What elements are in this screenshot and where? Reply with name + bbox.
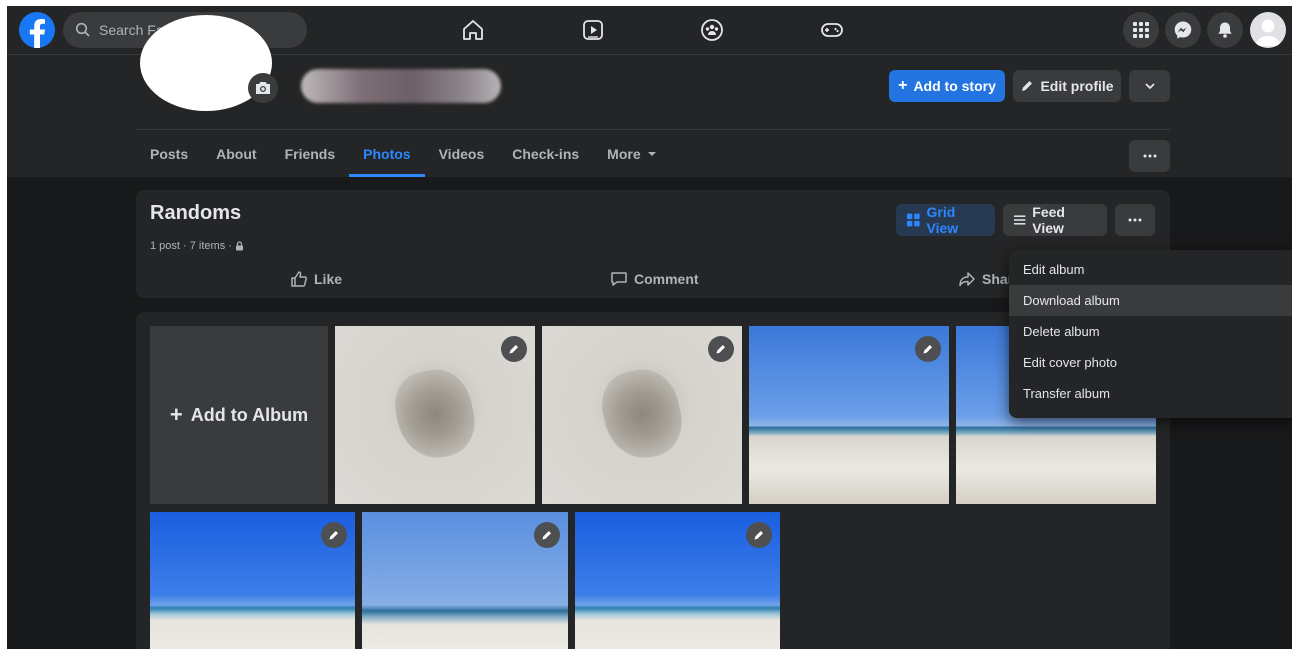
tab-more[interactable]: More — [593, 130, 670, 177]
edit-photo-button[interactable] — [321, 522, 347, 548]
grid-view-icon — [906, 213, 920, 227]
album-options-button[interactable] — [1115, 204, 1155, 236]
tab-about[interactable]: About — [202, 130, 270, 177]
comment-icon — [611, 272, 627, 286]
edit-photo-button[interactable] — [534, 522, 560, 548]
sand-drawing — [388, 363, 482, 465]
comment-button[interactable]: Comment — [610, 266, 699, 292]
caret-down-icon — [647, 151, 656, 156]
menu-item-transfer-album[interactable]: Transfer album — [1009, 378, 1292, 409]
notifications-button[interactable] — [1207, 12, 1243, 48]
tab-check-ins[interactable]: Check-ins — [498, 130, 593, 177]
share-icon — [959, 272, 975, 287]
tab-photos[interactable]: Photos — [349, 130, 425, 177]
camera-icon — [256, 82, 270, 94]
menu-item-edit-album[interactable]: Edit album — [1009, 254, 1292, 285]
more-options-button[interactable] — [1129, 140, 1170, 172]
profile-header: + Add to story Edit profile Posts About … — [7, 15, 1292, 177]
photo-thumbnail[interactable] — [150, 512, 355, 649]
like-icon — [291, 271, 307, 287]
edit-profile-button[interactable]: Edit profile — [1013, 70, 1121, 102]
messenger-icon — [1174, 21, 1192, 39]
update-profile-picture-button[interactable] — [248, 73, 278, 103]
facebook-logo-icon[interactable] — [19, 12, 55, 48]
like-button[interactable]: Like — [290, 266, 342, 292]
photo-thumbnail[interactable] — [542, 326, 742, 504]
gaming-icon[interactable] — [820, 18, 844, 42]
notifications-icon — [1218, 22, 1232, 38]
tab-videos[interactable]: Videos — [425, 130, 499, 177]
pencil-icon — [542, 531, 551, 540]
home-icon[interactable] — [461, 18, 485, 42]
grid-view-button[interactable]: Grid View — [896, 204, 995, 236]
tab-posts[interactable]: Posts — [136, 130, 202, 177]
ellipsis-icon — [1128, 218, 1142, 222]
search-icon — [75, 22, 90, 37]
groups-icon[interactable] — [700, 18, 724, 42]
lock-icon — [235, 241, 243, 251]
ellipsis-icon — [1143, 154, 1156, 158]
menu-item-edit-cover-photo[interactable]: Edit cover photo — [1009, 347, 1292, 378]
edit-photo-button[interactable] — [746, 522, 772, 548]
photo-thumbnail[interactable] — [749, 326, 949, 504]
sand-drawing — [595, 363, 689, 465]
profile-options-button[interactable] — [1129, 70, 1170, 102]
facebook-window: + Add to story Edit profile Posts About … — [7, 6, 1292, 649]
pencil-icon — [923, 345, 932, 354]
photo-thumbnail[interactable] — [335, 326, 535, 504]
add-to-album-tile[interactable]: + Add to Album — [150, 326, 328, 504]
menu-item-delete-album[interactable]: Delete album — [1009, 316, 1292, 347]
photo-thumbnail[interactable] — [575, 512, 780, 649]
album-options-menu: Edit album Download album Delete album E… — [1009, 250, 1292, 418]
album-meta: 1 post · 7 items · — [150, 240, 244, 252]
account-avatar[interactable] — [1250, 12, 1286, 48]
feed-view-button[interactable]: Feed View — [1003, 204, 1107, 236]
plus-icon: + — [169, 402, 183, 427]
pencil-icon — [329, 531, 338, 540]
menu-grid-button[interactable] — [1123, 12, 1159, 48]
messenger-button[interactable] — [1165, 12, 1201, 48]
pencil-icon — [716, 345, 725, 354]
pencil-icon — [754, 531, 763, 540]
edit-photo-button[interactable] — [915, 336, 941, 362]
photo-thumbnail[interactable] — [362, 512, 568, 649]
menu-grid-icon — [1133, 22, 1149, 38]
album-title: Randoms — [150, 202, 242, 224]
feed-view-icon — [1013, 215, 1026, 225]
chevron-down-icon — [1144, 83, 1155, 90]
tab-friends[interactable]: Friends — [271, 130, 350, 177]
edit-photo-button[interactable] — [501, 336, 527, 362]
edit-photo-button[interactable] — [708, 336, 734, 362]
profile-tabs: Posts About Friends Photos Videos Check-… — [136, 130, 671, 177]
pencil-icon — [509, 345, 518, 354]
plus-icon: + — [898, 77, 908, 94]
add-to-story-button[interactable]: + Add to story — [889, 70, 1005, 102]
menu-item-download-album[interactable]: Download album — [1009, 285, 1292, 316]
watch-icon[interactable] — [581, 18, 605, 42]
pencil-icon — [1022, 81, 1033, 91]
profile-name-redacted — [301, 69, 501, 103]
